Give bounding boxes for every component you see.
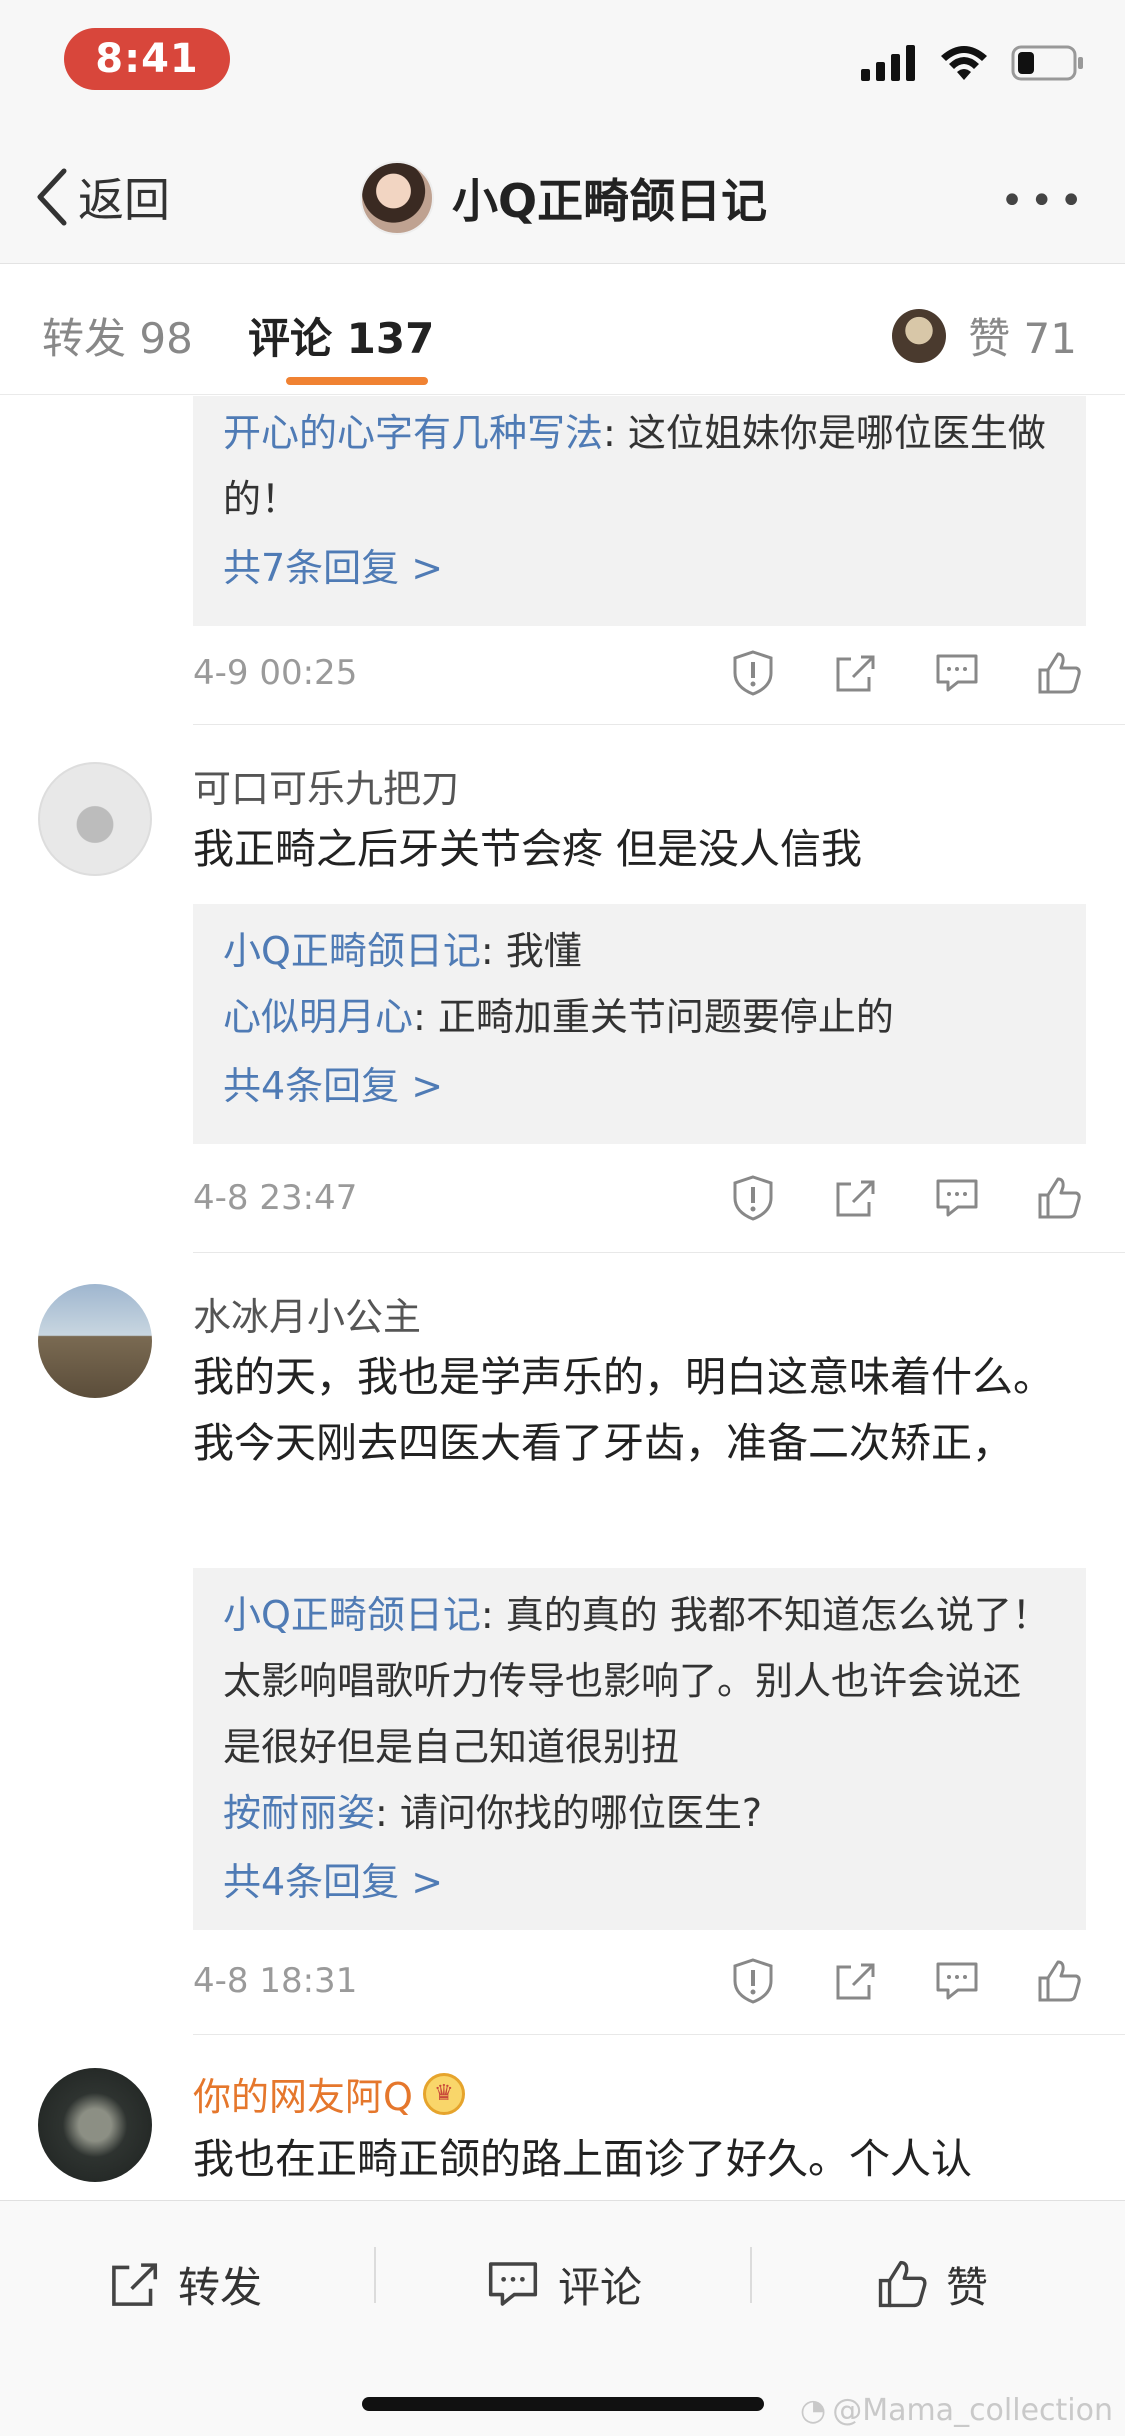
comment-icon[interactable] xyxy=(930,1954,984,2008)
comment-text: 我也在正畸正颌的路上面诊了好久。个人认 xyxy=(193,2135,972,2183)
watermark-text: @Mama_collection xyxy=(832,2393,1113,2428)
comment-meta: 4-8 23:47 xyxy=(193,1168,1086,1228)
status-icons xyxy=(861,44,1085,82)
watermark: ◔ @Mama_collection xyxy=(800,2393,1113,2428)
reply-text: : 请问你找的哪位医生? xyxy=(375,1791,763,1835)
view-replies-link[interactable]: 共4条回复 > xyxy=(223,1846,1056,1918)
commenter-name[interactable]: 你的网友阿Q ♛ xyxy=(193,2066,465,2121)
report-icon[interactable] xyxy=(726,1171,780,1225)
comment-list: 开心的心字有几种写法: 这位姐妹你是哪位医生做的！ 共7条回复 > 4-9 00… xyxy=(0,396,1125,2200)
reply-author[interactable]: 小Q正畸颌日记 xyxy=(223,1593,481,1637)
weibo-logo-icon: ◔ xyxy=(800,2393,827,2428)
comment-icon xyxy=(488,2262,538,2306)
status-time: 8:41 xyxy=(64,28,230,90)
reply-item[interactable]: 开心的心字有几种写法: 这位姐妹你是哪位医生做的！ xyxy=(223,400,1056,532)
share-icon[interactable] xyxy=(828,1954,882,2008)
tab-bar: 转发 98 评论 137 赞 71 xyxy=(0,265,1125,395)
repost-label: 转发 xyxy=(178,2262,263,2312)
divider xyxy=(193,1252,1125,1253)
view-replies-link[interactable]: 共4条回复 > xyxy=(223,1050,1056,1122)
reply-item[interactable]: 小Q正畸颌日记: 真的真的 我都不知道怎么说了！ 太影响唱歌听力传导也影响了。别… xyxy=(223,1582,1056,1780)
tab-comment[interactable]: 评论 137 xyxy=(248,305,434,366)
comment-actions xyxy=(726,1954,1086,2008)
commenter-name-label: 你的网友阿Q xyxy=(193,2075,413,2119)
report-icon[interactable] xyxy=(726,646,780,700)
comment-button[interactable]: 评论 xyxy=(486,2239,642,2329)
report-icon[interactable] xyxy=(726,1954,780,2008)
page-title: 小Q正畸颌日记 xyxy=(452,174,768,228)
status-bar: 8:41 xyxy=(0,0,1125,132)
back-label: 返回 xyxy=(78,173,170,227)
back-button[interactable]: 返回 xyxy=(34,162,170,232)
reply-author[interactable]: 按耐丽姿 xyxy=(223,1791,375,1835)
reply-author[interactable]: 开心的心字有几种写法 xyxy=(223,411,603,455)
comment-text: 我的天，我也是学声乐的，明白这意味着什么。我今天刚去四医大看了牙齿，准备二次矫正… xyxy=(193,1353,1054,1467)
avatar xyxy=(892,308,947,363)
nav-title[interactable]: 小Q正畸颌日记 xyxy=(360,158,767,238)
reply-box: 开心的心字有几种写法: 这位姐妹你是哪位医生做的！ 共7条回复 > xyxy=(193,396,1086,626)
commenter-name[interactable]: 可口可乐九把刀 xyxy=(193,758,459,813)
divider xyxy=(193,2034,1125,2035)
like-icon[interactable] xyxy=(1032,1954,1086,2008)
share-icon xyxy=(112,2263,158,2306)
avatar[interactable] xyxy=(38,762,152,876)
comment-actions xyxy=(726,1171,1086,1225)
more-menu-button[interactable]: ••• xyxy=(1000,178,1089,224)
like-icon[interactable] xyxy=(1032,646,1086,700)
divider xyxy=(193,724,1125,725)
reply-author[interactable]: 心似明月心 xyxy=(223,995,413,1039)
comment-meta: 4-9 00:25 xyxy=(193,643,1086,703)
reply-box: 小Q正畸颌日记: 我懂 心似明月心: 正畸加重关节问题要停止的 共4条回复 > xyxy=(193,904,1086,1144)
repost-button[interactable]: 转发 xyxy=(108,2239,262,2329)
reply-item[interactable]: 心似明月心: 正畸加重关节问题要停止的 xyxy=(223,984,1056,1050)
reply-box: 小Q正畸颌日记: 真的真的 我都不知道怎么说了！ 太影响唱歌听力传导也影响了。别… xyxy=(193,1568,1086,1930)
divider xyxy=(750,2247,752,2303)
comment-meta: 4-8 18:31 xyxy=(193,1951,1086,2011)
comment-label: 评论 xyxy=(558,2262,643,2312)
share-icon[interactable] xyxy=(828,646,882,700)
comment-time: 4-9 00:25 xyxy=(193,653,358,693)
commenter-name[interactable]: 水冰月小公主 xyxy=(193,1286,421,1341)
like-label: 赞 xyxy=(946,2262,989,2312)
bottom-action-bar: 转发 评论 赞 ◔ @Mama_collection xyxy=(0,2200,1125,2436)
reply-author[interactable]: 小Q正畸颌日记 xyxy=(223,929,481,973)
comment-icon[interactable] xyxy=(930,1171,984,1225)
reply-item[interactable]: 按耐丽姿: 请问你找的哪位医生? xyxy=(223,1780,1056,1846)
comment-icon[interactable] xyxy=(930,646,984,700)
avatar[interactable] xyxy=(38,2068,152,2182)
tab-repost[interactable]: 转发 98 xyxy=(42,305,193,366)
chevron-left-icon xyxy=(37,168,67,226)
wifi-icon xyxy=(941,46,987,80)
like-button[interactable]: 赞 xyxy=(876,2239,988,2329)
active-tab-indicator xyxy=(286,377,428,385)
like-icon xyxy=(878,2260,927,2308)
view-replies-link[interactable]: 共7条回复 > xyxy=(223,532,1056,604)
reply-item[interactable]: 小Q正畸颌日记: 我懂 xyxy=(223,918,1056,984)
home-indicator[interactable] xyxy=(362,2397,764,2411)
crown-icon: ♛ xyxy=(422,2072,465,2115)
avatar[interactable] xyxy=(38,1284,152,1398)
like-icon[interactable] xyxy=(1032,1171,1086,1225)
tab-like-label: 赞 71 xyxy=(968,314,1077,363)
comment-actions xyxy=(726,646,1086,700)
avatar xyxy=(360,161,434,235)
reply-text: : 正畸加重关节问题要停止的 xyxy=(413,995,894,1039)
divider xyxy=(374,2247,376,2303)
tab-like[interactable]: 赞 71 xyxy=(892,305,1077,366)
nav-bar: 返回 小Q正畸颌日记 ••• xyxy=(0,132,1125,264)
comment-time: 4-8 23:47 xyxy=(193,1178,358,1218)
comment-text: 我正畸之后牙关节会疼 但是没人信我 xyxy=(193,825,863,873)
battery-icon xyxy=(1011,45,1083,81)
comment-time: 4-8 18:31 xyxy=(193,1961,358,2001)
signal-icon xyxy=(861,45,915,81)
reply-text: : 我懂 xyxy=(480,929,582,973)
share-icon[interactable] xyxy=(828,1171,882,1225)
